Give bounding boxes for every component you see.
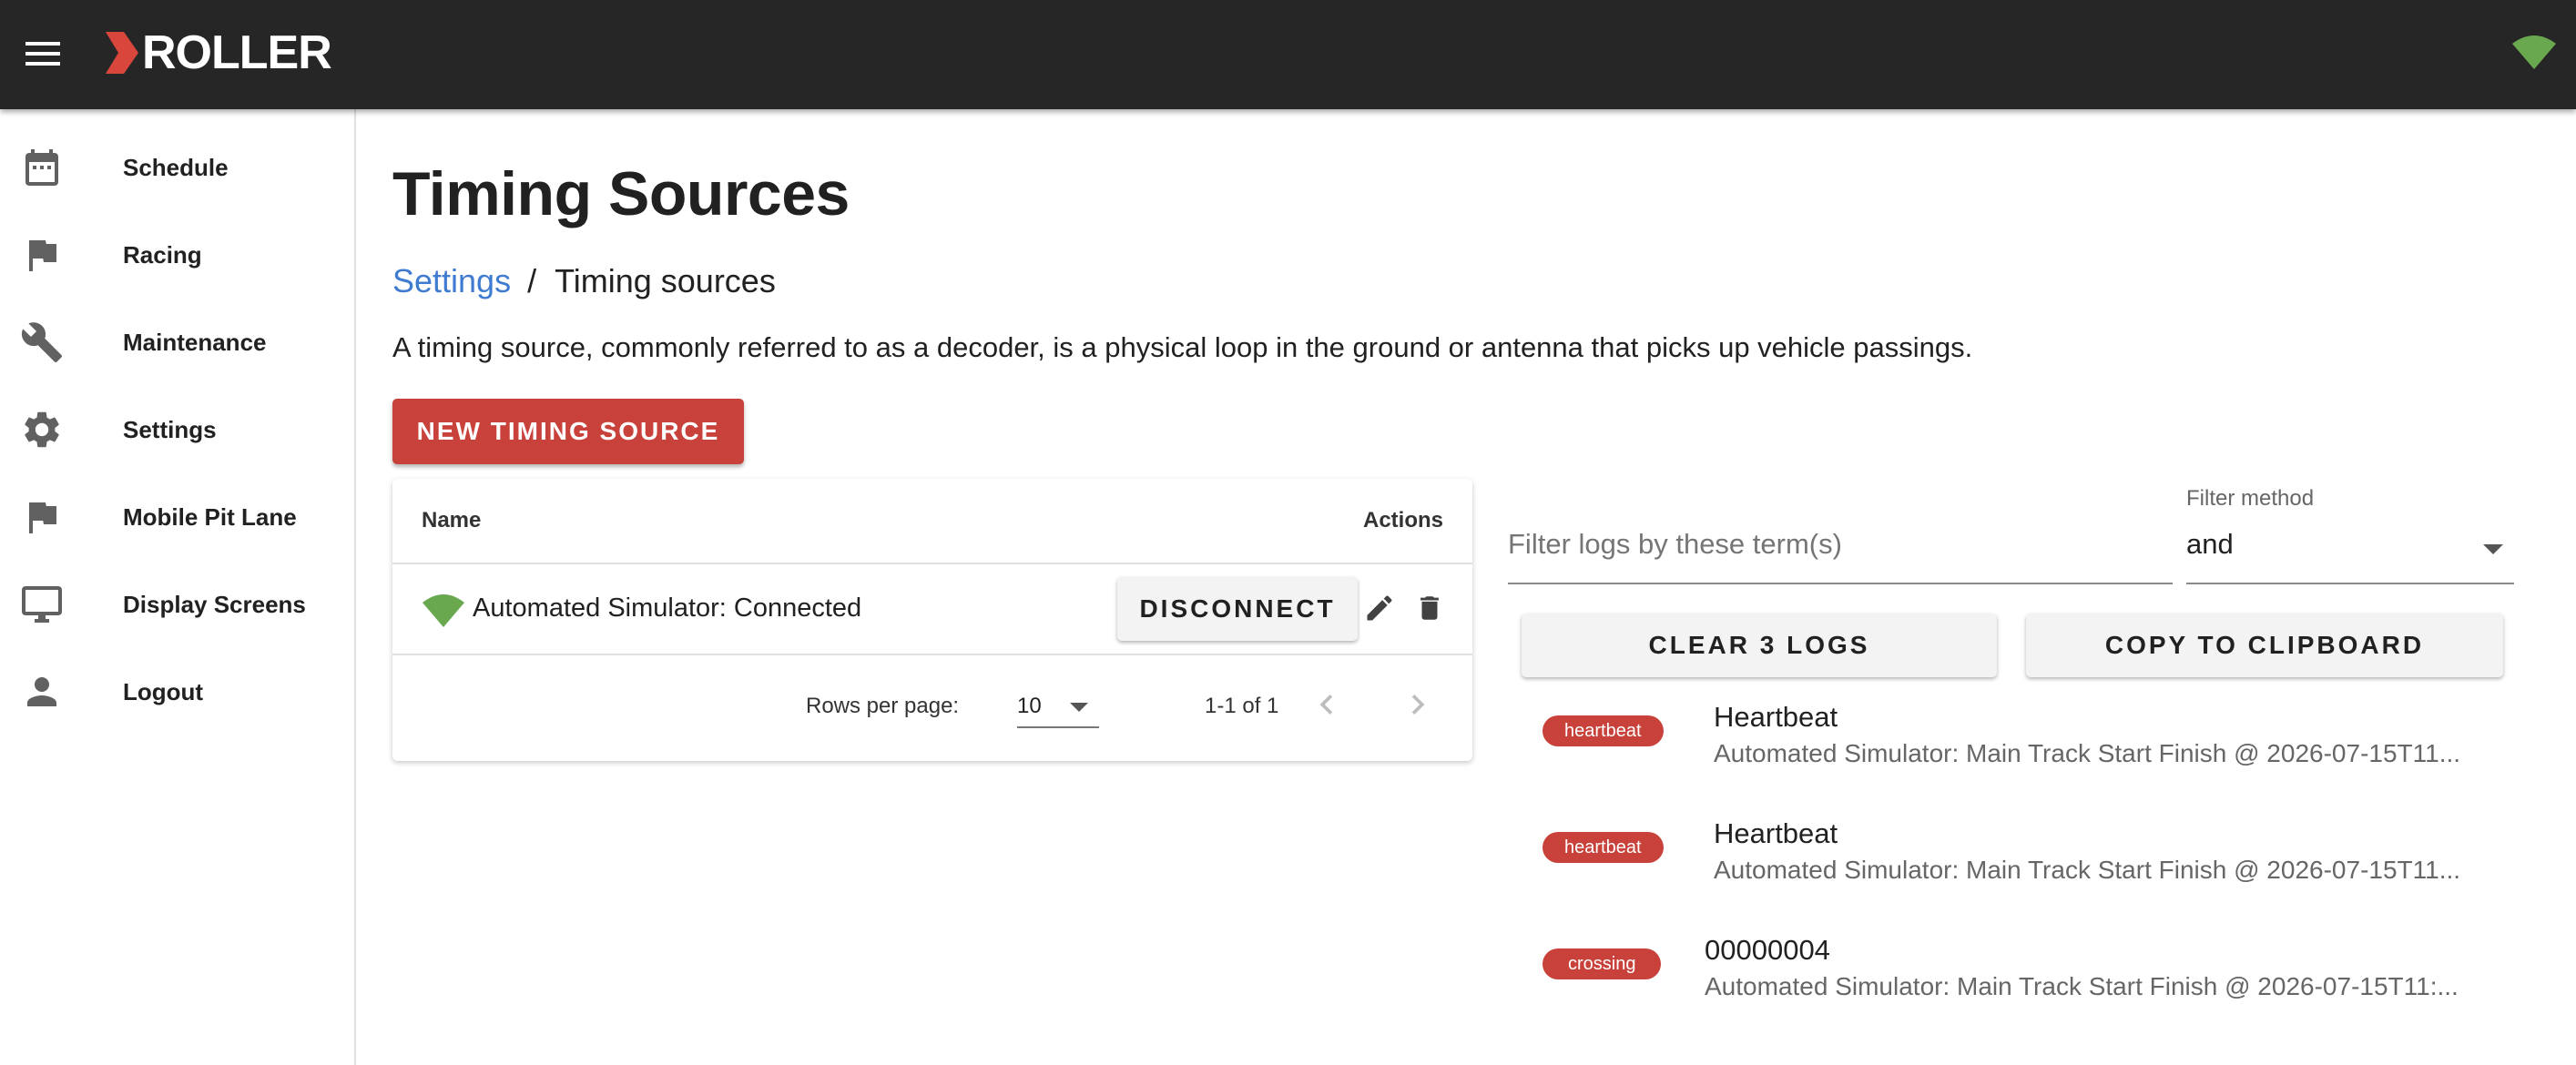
header-divider (392, 563, 1472, 564)
rows-per-page-label: Rows per page: (806, 694, 960, 718)
disconnect-button[interactable]: DISCONNECT (1117, 577, 1358, 641)
new-timing-source-button[interactable]: NEW TIMING SOURCE (392, 399, 744, 464)
filter-method-value: and (2186, 528, 2234, 560)
sidebar-item-settings[interactable]: Settings (0, 386, 354, 473)
sidebar-item-display-screens[interactable]: Display Screens (0, 561, 354, 648)
column-header-name: Name (422, 508, 482, 532)
delete-icon[interactable] (1414, 592, 1445, 624)
filter-method-label: Filter method (2186, 486, 2315, 511)
log-tag-badge: heartbeat (1543, 832, 1664, 863)
log-detail: Automated Simulator: Main Track Start Fi… (1714, 856, 2461, 884)
column-header-actions: Actions (1362, 508, 1443, 532)
sidebar-item-racing[interactable]: Racing (0, 211, 354, 299)
breadcrumb-separator: / (527, 262, 537, 299)
log-tag-badge: crossing (1543, 948, 1662, 979)
clear-logs-button[interactable]: CLEAR 3 LOGS (1522, 614, 1997, 677)
main-content: Timing Sources Settings / Timing sources… (356, 109, 2576, 1065)
filter-method-select[interactable]: and (2186, 515, 2514, 584)
chevron-right-icon[interactable] (1398, 685, 1438, 725)
rows-per-page-select[interactable]: 10 (1017, 685, 1099, 728)
signal-connected-icon (423, 594, 464, 627)
sidebar-item-label: Schedule (123, 153, 229, 181)
log-title: Heartbeat (1714, 701, 1838, 733)
monitor-icon (22, 586, 62, 623)
chevron-left-icon[interactable] (1307, 685, 1347, 725)
breadcrumb: Settings / Timing sources (392, 262, 776, 300)
log-title: Heartbeat (1714, 817, 1838, 849)
timing-source-name: Automated Simulator: Connected (473, 593, 862, 623)
sidebar-item-label: Mobile Pit Lane (123, 502, 297, 531)
log-tag-badge: heartbeat (1543, 715, 1664, 746)
timing-sources-table: Name Actions Automated Simulator: Connec… (392, 479, 1472, 761)
log-title: 00000004 (1705, 934, 1830, 966)
gear-icon (25, 411, 59, 448)
app-bar: ROLLER (0, 0, 2576, 109)
flag-icon (29, 502, 56, 533)
sidebar-item-schedule[interactable]: Schedule (0, 124, 354, 211)
log-filter-input[interactable] (1508, 506, 2173, 584)
row-divider (392, 654, 1472, 655)
sidebar-item-label: Logout (123, 677, 204, 705)
chevron-logo-icon (106, 32, 138, 74)
log-entry[interactable]: crossing 00000004 Automated Simulator: M… (1508, 925, 2537, 1025)
dropdown-arrow-icon (2483, 544, 2503, 554)
edit-icon[interactable] (1363, 592, 1396, 624)
page-description: A timing source, commonly referred to as… (392, 331, 1973, 363)
sidebar-item-label: Display Screens (123, 590, 306, 618)
log-entry[interactable]: heartbeat Heartbeat Automated Simulator:… (1508, 692, 2537, 792)
log-detail: Automated Simulator: Main Track Start Fi… (1714, 739, 2461, 767)
sidebar: Schedule Racing Maintenance Settings Mob… (0, 109, 356, 1065)
pagination-range: 1-1 of 1 (1205, 694, 1279, 718)
logo[interactable]: ROLLER (106, 24, 332, 82)
copy-to-clipboard-button[interactable]: COPY TO CLIPBOARD (2026, 614, 2503, 677)
dropdown-arrow-icon (1070, 703, 1088, 712)
breadcrumb-current: Timing sources (555, 262, 776, 299)
calendar-icon (25, 149, 58, 186)
breadcrumb-link-settings[interactable]: Settings (392, 262, 511, 300)
sidebar-item-maintenance[interactable]: Maintenance (0, 299, 354, 386)
log-entry[interactable]: heartbeat Heartbeat Automated Simulator:… (1508, 808, 2537, 908)
page-title: Timing Sources (392, 159, 850, 228)
sidebar-item-label: Maintenance (123, 328, 267, 356)
person-icon (27, 677, 56, 706)
menu-icon[interactable] (20, 35, 66, 75)
sidebar-item-label: Settings (123, 415, 217, 443)
rows-per-page-value: 10 (1017, 694, 1042, 718)
sidebar-item-logout[interactable]: Logout (0, 648, 354, 735)
wrench-icon (21, 322, 62, 362)
signal-connected-icon[interactable] (2511, 35, 2557, 71)
brand-name: ROLLER (142, 26, 332, 79)
log-detail: Automated Simulator: Main Track Start Fi… (1705, 972, 2459, 1000)
sidebar-item-label: Racing (123, 240, 202, 269)
flag-icon (29, 240, 56, 271)
sidebar-item-mobile-pit-lane[interactable]: Mobile Pit Lane (0, 473, 354, 561)
